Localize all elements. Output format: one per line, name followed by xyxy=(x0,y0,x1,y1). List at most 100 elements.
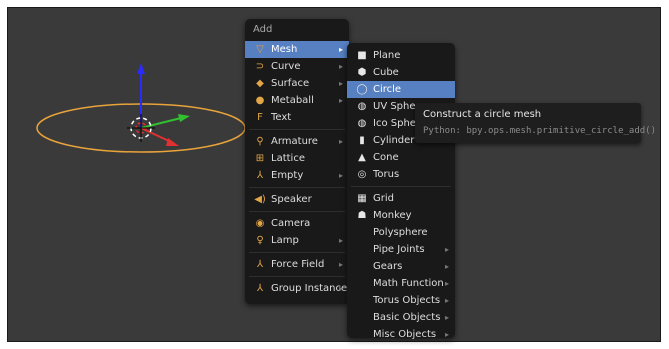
mesh-menu-item-basic-objects[interactable]: Basic Objects ▸ xyxy=(347,309,455,326)
mesh-menu-item-monkey[interactable]: ☗ Monkey xyxy=(347,207,455,224)
mesh-menu-item-label: Grid xyxy=(373,193,394,204)
mesh-menu-item-math-function[interactable]: Math Function ▸ xyxy=(347,275,455,292)
mesh-submenu-items: ■ Plane ⬢ Cube ◯ Circle ◍ UV Sphere ◍ Ico Sphere ▮… xyxy=(347,47,455,343)
add-menu-item-label: Text xyxy=(271,112,292,123)
add-menu-item-surface[interactable]: ◆ Surface ▸ xyxy=(245,75,349,92)
mesh-menu-item-label: Basic Objects xyxy=(373,312,441,323)
metaball-icon: ● xyxy=(255,95,265,106)
mesh-menu-item-label: Cube xyxy=(373,67,399,78)
chevron-right-icon: ▸ xyxy=(338,236,343,245)
camera-icon: ◉ xyxy=(255,218,265,229)
circle-icon: ◯ xyxy=(356,84,368,95)
chevron-right-icon: ▸ xyxy=(444,313,449,322)
add-menu-item-lamp[interactable]: ♀ Lamp ▸ xyxy=(245,232,349,249)
plane-icon: ■ xyxy=(357,50,367,61)
chevron-right-icon: ▸ xyxy=(338,284,343,293)
armature-icon: ⚲ xyxy=(256,136,264,147)
mesh-icon: ▽ xyxy=(256,44,264,55)
mesh-menu-item-cube[interactable]: ⬢ Cube xyxy=(347,64,455,81)
mesh-menu-item-label: Polysphere xyxy=(373,227,428,238)
add-menu-item-label: Armature xyxy=(271,136,318,147)
mesh-menu-item-torus[interactable]: ◎ Torus xyxy=(347,166,455,183)
add-menu-item-metaball[interactable]: ● Metaball ▸ xyxy=(245,92,349,109)
mesh-menu-item-label: Torus xyxy=(373,169,400,180)
mesh-menu-item-torus-objects[interactable]: Torus Objects ▸ xyxy=(347,292,455,309)
chevron-right-icon: ▸ xyxy=(444,296,449,305)
menu-separator xyxy=(249,276,345,277)
add-menu-item-label: Curve xyxy=(271,61,301,72)
curve-icon: ⊃ xyxy=(255,61,265,72)
tooltip: Construct a circle mesh Python: bpy.ops.… xyxy=(415,103,656,143)
mesh-menu-item-gears[interactable]: Gears ▸ xyxy=(347,258,455,275)
add-menu-item-label: Group Instance xyxy=(271,283,348,294)
mesh-menu-item-label: Torus Objects xyxy=(373,295,441,306)
add-menu-item-label: Force Field xyxy=(271,259,325,270)
mesh-menu-item-grid[interactable]: ▦ Grid xyxy=(347,190,455,207)
mesh-menu-item-label: Monkey xyxy=(373,210,412,221)
cone-icon: ▲ xyxy=(358,152,366,163)
mesh-menu-item-label: Plane xyxy=(373,50,401,61)
menu-separator xyxy=(351,186,451,187)
chevron-right-icon: ▸ xyxy=(338,45,343,54)
cube-icon: ⬢ xyxy=(357,67,367,78)
add-menu-item-label: Empty xyxy=(271,170,304,181)
add-menu-item-force-field[interactable]: ⅄ Force Field ▸ xyxy=(245,256,349,273)
chevron-right-icon: ▸ xyxy=(444,262,449,271)
torus-icon: ◎ xyxy=(357,169,367,180)
tooltip-title: Construct a circle mesh xyxy=(423,109,542,120)
speaker-icon: ◀) xyxy=(254,194,266,205)
menu-separator xyxy=(249,187,345,188)
mesh-menu-item-label: Cone xyxy=(373,152,399,163)
uv-sphere-icon: ◍ xyxy=(357,101,367,112)
menu-separator xyxy=(249,211,345,212)
add-menu-item-label: Speaker xyxy=(271,194,312,205)
add-menu-item-speaker[interactable]: ◀) Speaker xyxy=(245,191,349,208)
add-menu-item-armature[interactable]: ⚲ Armature ▸ xyxy=(245,133,349,150)
add-menu-item-label: Metaball xyxy=(271,95,314,106)
add-menu-item-label: Lamp xyxy=(271,235,299,246)
add-menu-item-camera[interactable]: ◉ Camera xyxy=(245,215,349,232)
chevron-right-icon: ▸ xyxy=(444,245,449,254)
cylinder-icon: ▮ xyxy=(359,135,365,146)
surface-icon: ◆ xyxy=(256,78,264,89)
group-instance-icon: ⅄ xyxy=(256,283,264,294)
chevron-right-icon: ▸ xyxy=(338,260,343,269)
mesh-menu-item-label: Pipe Joints xyxy=(373,244,425,255)
mesh-menu-item-circle[interactable]: ◯ Circle xyxy=(347,81,455,98)
add-menu-items: ▽ Mesh ▸ ⊃ Curve ▸ ◆ Surface ▸ ● Metaball ▸ F Text ⚲ Ar… xyxy=(245,41,349,297)
x-axis-arrowhead[interactable] xyxy=(166,138,179,146)
add-menu-item-curve[interactable]: ⊃ Curve ▸ xyxy=(245,58,349,75)
mesh-menu-item-pipe-joints[interactable]: Pipe Joints ▸ xyxy=(347,241,455,258)
chevron-right-icon: ▸ xyxy=(338,79,343,88)
chevron-right-icon: ▸ xyxy=(338,137,343,146)
add-menu-item-empty[interactable]: ⅄ Empty ▸ xyxy=(245,167,349,184)
add-menu-item-mesh[interactable]: ▽ Mesh ▸ xyxy=(245,41,349,58)
text-icon: F xyxy=(257,112,263,123)
add-menu-item-group-instance[interactable]: ⅄ Group Instance ▸ xyxy=(245,280,349,297)
mesh-menu-item-label: Math Function xyxy=(373,278,444,289)
lamp-icon: ♀ xyxy=(256,235,264,246)
empty-icon: ⅄ xyxy=(256,170,264,181)
add-menu-title: Add xyxy=(253,24,273,35)
y-axis-arrowhead[interactable] xyxy=(178,114,190,122)
chevron-right-icon: ▸ xyxy=(338,96,343,105)
mesh-submenu: ■ Plane ⬢ Cube ◯ Circle ◍ UV Sphere ◍ Ico Sphere ▮… xyxy=(347,43,455,340)
add-menu-item-label: Lattice xyxy=(271,153,305,164)
add-menu-item-text[interactable]: F Text xyxy=(245,109,349,126)
mesh-menu-item-label: Circle xyxy=(373,84,402,95)
z-axis-arrowhead[interactable] xyxy=(137,63,145,74)
menu-separator xyxy=(249,129,345,130)
menu-separator xyxy=(249,252,345,253)
add-menu-item-lattice[interactable]: ⊞ Lattice xyxy=(245,150,349,167)
grid-icon: ▦ xyxy=(357,193,367,204)
mesh-menu-item-misc-objects[interactable]: Misc Objects ▸ xyxy=(347,326,455,343)
lattice-icon: ⊞ xyxy=(255,153,265,164)
mesh-menu-item-polysphere[interactable]: Polysphere xyxy=(347,224,455,241)
chevron-right-icon: ▸ xyxy=(338,171,343,180)
mesh-menu-item-plane[interactable]: ■ Plane xyxy=(347,47,455,64)
monkey-icon: ☗ xyxy=(357,210,367,221)
mesh-menu-item-cone[interactable]: ▲ Cone xyxy=(347,149,455,166)
add-menu-item-label: Camera xyxy=(271,218,311,229)
chevron-right-icon: ▸ xyxy=(444,330,449,339)
force-field-icon: ⅄ xyxy=(256,259,264,270)
